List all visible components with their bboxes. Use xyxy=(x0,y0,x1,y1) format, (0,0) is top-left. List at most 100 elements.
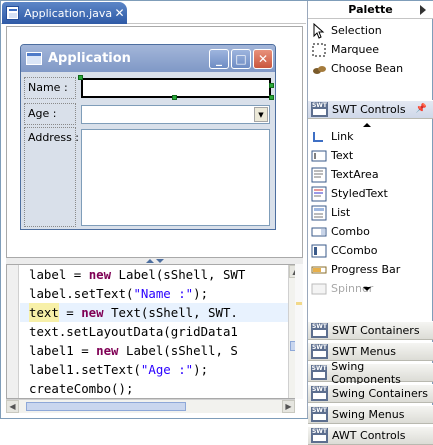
link-icon xyxy=(311,129,327,145)
maximize-button[interactable]: □ xyxy=(231,48,251,69)
palette-tool-label: Selection xyxy=(331,24,382,37)
age-combo[interactable]: ▼ xyxy=(81,105,270,124)
window-icon xyxy=(26,52,42,65)
drawer-icon: SWT xyxy=(311,344,328,359)
drawer-icon: SWT xyxy=(311,407,328,422)
drawer-swing-components[interactable]: SWT Swing Components xyxy=(308,360,433,386)
palette-item-label: Text xyxy=(331,149,354,162)
palette-item-label: TextArea xyxy=(331,168,379,181)
editor-gutter xyxy=(7,265,19,398)
close-tab-button[interactable]: ✕ xyxy=(112,6,127,20)
palette-item-progress-bar[interactable]: Progress Bar xyxy=(311,260,429,279)
code-line[interactable]: label = new Label(sShell, SWT xyxy=(29,265,245,284)
progress-bar-icon xyxy=(311,262,327,278)
palette-item-textarea[interactable]: TextArea xyxy=(311,165,429,184)
selection-handle[interactable] xyxy=(269,95,274,100)
drawer-swt-controls[interactable]: SWT SWT Controls 📌 xyxy=(308,100,433,119)
drawer-awt-controls[interactable]: SWT AWT Controls xyxy=(308,426,433,445)
source-editor[interactable]: label = new Label(sShell, SWT label.setTe… xyxy=(6,264,303,399)
selection-handle[interactable] xyxy=(172,95,177,100)
combo-icon xyxy=(311,224,327,240)
drawer-icon: SWT xyxy=(311,428,328,443)
palette-item-styledtext[interactable]: StyledText xyxy=(311,184,429,203)
address-label: Address : xyxy=(28,131,80,144)
editor-tab[interactable]: Application.java ✕ xyxy=(2,2,127,24)
drawer-icon: SWT xyxy=(311,386,328,401)
drawer-label: SWT Controls xyxy=(332,103,406,116)
text-field-icon xyxy=(311,148,327,164)
collapse-down-icon[interactable] xyxy=(156,259,164,263)
combo-dropdown-icon[interactable]: ▼ xyxy=(254,107,268,122)
swt-drawer-icon: SWT xyxy=(311,102,328,117)
drawer-swt-menus[interactable]: SWT SWT Menus xyxy=(308,342,433,361)
text-area-icon xyxy=(311,167,327,183)
drawer-icon: SWT xyxy=(311,365,328,380)
palette-item-text[interactable]: Text xyxy=(311,146,429,165)
scroll-palette-down-icon[interactable] xyxy=(363,287,371,291)
palette-item-label: List xyxy=(331,206,351,219)
code-line[interactable]: text.setLayoutData(gridData1 xyxy=(29,322,238,341)
ruler-marker[interactable] xyxy=(296,302,302,305)
age-label: Age : xyxy=(28,107,57,120)
bean-icon xyxy=(311,61,327,77)
drawer-swing-containers[interactable]: SWT Swing Containers xyxy=(308,384,433,403)
palette-title: Palette xyxy=(348,3,393,16)
palette-tool-choose-bean[interactable]: Choose Bean xyxy=(311,59,429,78)
drawer-icon: SWT xyxy=(311,323,328,338)
spinner-icon xyxy=(311,281,327,297)
ccombo-icon xyxy=(311,243,327,259)
marquee-icon xyxy=(311,42,327,58)
selection-handle[interactable] xyxy=(269,83,274,88)
palette-item-label: Progress Bar xyxy=(331,263,401,276)
palette-item-label: Combo xyxy=(331,225,370,238)
horizontal-scroll-thumb[interactable] xyxy=(26,402,186,411)
application-window-preview[interactable]: Application _ □ ✕ Name : Age : ▼ Address… xyxy=(20,44,276,230)
name-label: Name : xyxy=(28,81,68,94)
code-line[interactable]: label.setText("Name :"); xyxy=(29,284,208,303)
palette-item-label: CCombo xyxy=(331,244,378,257)
application-title-bar[interactable]: Application _ □ ✕ xyxy=(21,45,275,72)
drawer-swing-menus[interactable]: SWT Swing Menus xyxy=(308,405,433,424)
editor-horizontal-scrollbar[interactable]: ◀ ▶ xyxy=(6,399,295,413)
drawer-label: Swing Components xyxy=(331,359,401,386)
code-line[interactable]: createCombo(); xyxy=(29,379,133,398)
drawer-swt-containers[interactable]: SWT SWT Containers xyxy=(308,321,433,340)
arrow-pointer-icon xyxy=(311,22,327,39)
drawer-label: Swing Menus xyxy=(332,408,405,421)
styled-text-icon xyxy=(311,186,327,202)
palette-item-list[interactable]: List xyxy=(311,203,429,222)
application-title: Application xyxy=(48,51,131,66)
minimize-button[interactable]: _ xyxy=(209,48,229,69)
pin-icon[interactable]: 📌 xyxy=(416,104,427,114)
palette-tool-label: Choose Bean xyxy=(331,62,404,75)
overview-ruler[interactable] xyxy=(295,264,303,399)
palette-panel: Palette Selection Marquee Choose Bean SW… xyxy=(307,1,433,445)
drawer-label: AWT Controls xyxy=(332,429,406,442)
palette-tool-selection[interactable]: Selection xyxy=(311,21,429,40)
drawer-label: SWT Menus xyxy=(332,345,397,358)
scroll-left-icon[interactable]: ◀ xyxy=(6,400,19,413)
palette-item-ccombo[interactable]: CCombo xyxy=(311,241,429,260)
palette-header[interactable]: Palette xyxy=(308,1,433,19)
code-line[interactable]: label1 = new Label(sShell, S xyxy=(29,341,238,360)
close-window-button[interactable]: ✕ xyxy=(253,48,273,69)
code-line[interactable]: text = new Text(sShell, SWT. xyxy=(29,303,238,322)
palette-item-label: StyledText xyxy=(331,187,388,200)
collapse-up-icon[interactable] xyxy=(146,259,154,263)
editor-tab-title: Application.java xyxy=(24,6,113,20)
drawer-label: SWT Containers xyxy=(332,324,420,337)
palette-item-link[interactable]: Link xyxy=(311,127,429,146)
java-file-icon xyxy=(6,6,20,20)
selection-handle[interactable] xyxy=(78,75,83,80)
palette-item-combo[interactable]: Combo xyxy=(311,222,429,241)
editor-tab-bar: Application.java ✕ xyxy=(1,1,306,24)
address-text-area[interactable] xyxy=(81,129,270,226)
palette-collapse-icon[interactable] xyxy=(420,5,426,15)
list-icon xyxy=(311,205,327,221)
drawer-label: Swing Containers xyxy=(332,387,428,400)
palette-tool-marquee[interactable]: Marquee xyxy=(311,40,429,59)
palette-item-label: Link xyxy=(331,130,354,143)
scroll-right-icon[interactable]: ▶ xyxy=(282,400,295,413)
code-line[interactable]: label1.setText("Age :"); xyxy=(29,360,208,379)
palette-tool-label: Marquee xyxy=(331,43,380,56)
